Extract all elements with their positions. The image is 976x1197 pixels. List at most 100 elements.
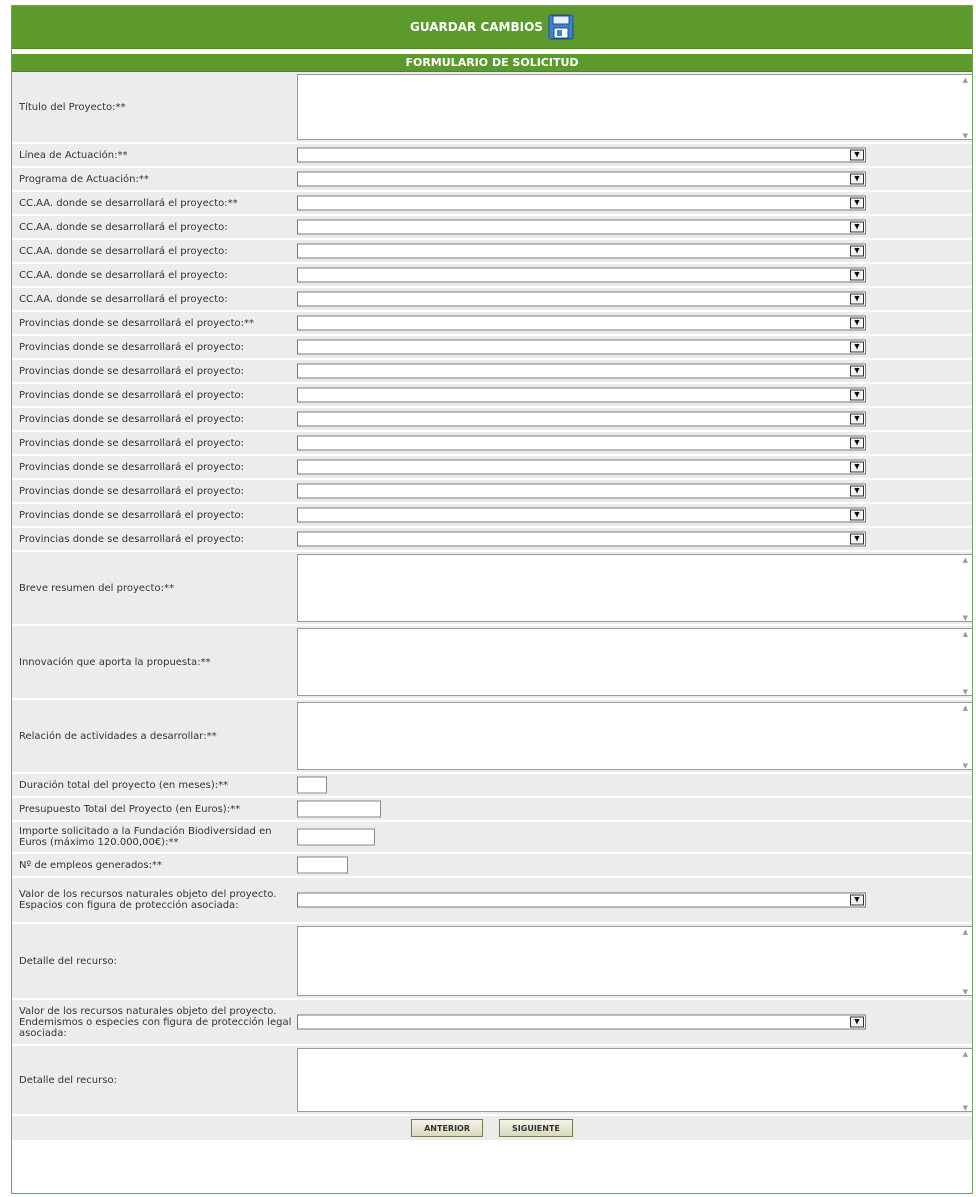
textarea-field[interactable] [297,702,972,770]
dropdown-arrow-icon[interactable]: ▼ [850,365,864,377]
select-value [298,420,301,431]
select-value [298,252,301,263]
form-row: Presupuesto Total del Proyecto (en Euros… [12,798,972,822]
field-cell: ▼ [297,192,972,214]
select-value [298,204,301,215]
scroll-down-icon[interactable]: ▼ [963,762,968,770]
field-cell: ▲ ▼ [297,552,972,624]
dropdown-arrow-icon[interactable]: ▼ [850,149,864,161]
field-cell: ▼ [297,336,972,358]
dropdown-arrow-icon[interactable]: ▼ [850,221,864,233]
form-row: CC.AA. donde se desarrollará el proyecto… [12,216,972,240]
dropdown-select[interactable]: ▼ [297,1014,866,1030]
dropdown-arrow-icon[interactable]: ▼ [850,894,864,906]
form-row: Línea de Actuación:** ▼ [12,144,972,168]
dropdown-select[interactable]: ▼ [297,171,866,187]
scroll-up-icon[interactable]: ▲ [963,704,968,712]
form-row: Importe solicitado a la Fundación Biodiv… [12,822,972,854]
form-title: FORMULARIO DE SOLICITUD [12,54,972,72]
dropdown-arrow-icon[interactable]: ▼ [850,269,864,281]
field-cell: ▼ [297,264,972,286]
textarea-field[interactable] [297,74,972,140]
field-cell [297,798,972,820]
textarea-field[interactable] [297,554,972,622]
field-cell: ▼ [297,408,972,430]
dropdown-select[interactable]: ▼ [297,507,866,523]
select-value [298,492,301,503]
dropdown-arrow-icon[interactable]: ▼ [850,341,864,353]
scroll-up-icon[interactable]: ▲ [963,76,968,84]
dropdown-arrow-icon[interactable]: ▼ [850,293,864,305]
scroll-down-icon[interactable]: ▼ [963,688,968,696]
dropdown-arrow-icon[interactable]: ▼ [850,173,864,185]
field-label: Provincias donde se desarrollará el proy… [19,461,245,473]
scroll-up-icon[interactable]: ▲ [963,630,968,638]
save-changes-button[interactable]: GUARDAR CAMBIOS [410,14,574,40]
dropdown-select[interactable]: ▼ [297,435,866,451]
field-cell: ▼ [297,432,972,454]
text-input[interactable] [297,828,375,846]
dropdown-arrow-icon[interactable]: ▼ [850,389,864,401]
scroll-up-icon[interactable]: ▲ [963,556,968,564]
field-label: Valor de los recursos naturales objeto d… [19,1005,292,1039]
textarea-field[interactable] [297,628,972,696]
dropdown-select[interactable]: ▼ [297,892,866,908]
text-input[interactable] [297,800,381,818]
form-row: Valor de los recursos naturales objeto d… [12,878,972,924]
field-label: Provincias donde se desarrollará el proy… [19,485,245,497]
select-value [298,156,301,167]
dropdown-select[interactable]: ▼ [297,315,866,331]
dropdown-select[interactable]: ▼ [297,339,866,355]
dropdown-select[interactable]: ▼ [297,243,866,259]
previous-button[interactable]: ANTERIOR [411,1119,484,1137]
dropdown-select[interactable]: ▼ [297,387,866,403]
dropdown-arrow-icon[interactable]: ▼ [850,197,864,209]
dropdown-select[interactable]: ▼ [297,483,866,499]
scroll-up-icon[interactable]: ▲ [963,1050,968,1058]
field-cell: ▼ [297,312,972,334]
dropdown-arrow-icon[interactable]: ▼ [850,485,864,497]
field-label: Provincias donde se desarrollará el proy… [19,413,245,425]
dropdown-arrow-icon[interactable]: ▼ [850,461,864,473]
scroll-up-icon[interactable]: ▲ [963,928,968,936]
field-cell: ▼ [297,384,972,406]
dropdown-select[interactable]: ▼ [297,459,866,475]
dropdown-arrow-icon[interactable]: ▼ [850,509,864,521]
scroll-down-icon[interactable]: ▼ [963,1104,968,1112]
field-cell [297,822,972,852]
form-row: Programa de Actuación:** ▼ [12,168,972,192]
field-label: Programa de Actuación:** [19,173,149,185]
scroll-down-icon[interactable]: ▼ [963,132,968,140]
form-row: Provincias donde se desarrollará el proy… [12,360,972,384]
dropdown-arrow-icon[interactable]: ▼ [850,413,864,425]
dropdown-arrow-icon[interactable]: ▼ [850,245,864,257]
field-label: Presupuesto Total del Proyecto (en Euros… [19,803,241,815]
dropdown-arrow-icon[interactable]: ▼ [850,533,864,545]
text-input[interactable] [297,856,348,874]
select-value [298,516,301,527]
scroll-down-icon[interactable]: ▼ [963,614,968,622]
textarea-field[interactable] [297,1048,972,1112]
dropdown-select[interactable]: ▼ [297,291,866,307]
scroll-down-icon[interactable]: ▼ [963,988,968,996]
dropdown-select[interactable]: ▼ [297,411,866,427]
dropdown-select[interactable]: ▼ [297,267,866,283]
text-input[interactable] [297,776,327,794]
dropdown-arrow-icon[interactable]: ▼ [850,317,864,329]
dropdown-arrow-icon[interactable]: ▼ [850,437,864,449]
dropdown-select[interactable]: ▼ [297,195,866,211]
field-cell: ▼ [297,480,972,502]
field-cell: ▼ [297,456,972,478]
dropdown-arrow-icon[interactable]: ▼ [850,1016,864,1028]
next-button[interactable]: SIGUIENTE [499,1119,573,1137]
form-row: Provincias donde se desarrollará el proy… [12,528,972,552]
form-row: Provincias donde se desarrollará el proy… [12,480,972,504]
navigation-bar: ANTERIOR SIGUIENTE [12,1116,972,1140]
field-cell: ▲ ▼ [297,924,972,998]
field-label: Línea de Actuación:** [19,149,128,161]
dropdown-select[interactable]: ▼ [297,147,866,163]
dropdown-select[interactable]: ▼ [297,531,866,547]
dropdown-select[interactable]: ▼ [297,363,866,379]
textarea-field[interactable] [297,926,972,996]
dropdown-select[interactable]: ▼ [297,219,866,235]
